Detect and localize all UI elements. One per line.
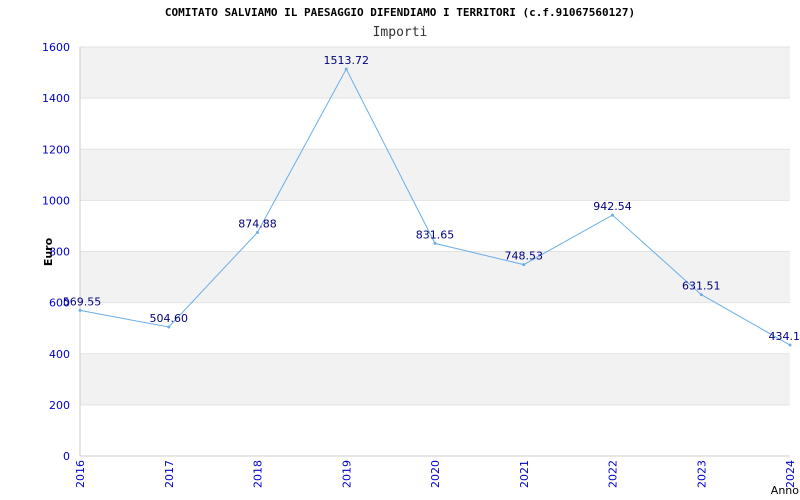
y-tick-label: 0 xyxy=(63,450,70,463)
x-tick-label: 2023 xyxy=(695,460,708,488)
series-line xyxy=(79,67,791,346)
x-tick-label: 2019 xyxy=(340,460,353,488)
x-tick-label: 2020 xyxy=(429,460,442,488)
y-tick-label: 1200 xyxy=(42,143,70,156)
plot-band xyxy=(80,353,790,405)
data-point xyxy=(167,325,171,329)
data-point xyxy=(344,67,348,71)
data-point xyxy=(256,230,259,234)
data-point xyxy=(78,308,82,312)
data-point xyxy=(699,293,703,297)
x-axis-ticks: 2016 2017 2018 2019 2020 2021 2022 2023 2024 xyxy=(74,460,797,488)
plot-band xyxy=(80,251,790,303)
x-tick-label: 2021 xyxy=(518,460,531,488)
y-tick-label: 1000 xyxy=(42,194,70,207)
plot-band xyxy=(80,149,790,201)
data-label: 631.51 xyxy=(682,280,721,293)
x-axis-label: Anno xyxy=(771,484,799,497)
x-tick-label: 2022 xyxy=(607,460,620,488)
data-label: 942.54 xyxy=(593,200,632,213)
plot-band xyxy=(80,47,790,99)
y-axis-label: Euro xyxy=(42,237,55,266)
data-point xyxy=(433,241,437,245)
series-group xyxy=(78,67,792,347)
data-point xyxy=(522,263,526,267)
data-point xyxy=(611,213,614,217)
data-label: 434.1 xyxy=(769,330,800,343)
data-label: 569.55 xyxy=(63,295,102,308)
line-chart: 02004006008001000120014001600 2016 2017 20… xyxy=(42,41,800,497)
data-point xyxy=(788,343,792,347)
y-tick-label: 1600 xyxy=(42,41,70,54)
data-label: 1513.72 xyxy=(324,54,370,67)
y-tick-label: 200 xyxy=(49,399,70,412)
x-tick-label: 2018 xyxy=(252,460,265,488)
data-label: 748.53 xyxy=(505,250,544,263)
x-tick-label: 2016 xyxy=(74,460,87,488)
data-label: 504.60 xyxy=(150,312,189,325)
data-label: 874.88 xyxy=(238,217,277,230)
data-label: 831.65 xyxy=(416,228,455,241)
y-tick-label: 400 xyxy=(49,348,70,361)
plot-background xyxy=(80,47,790,405)
y-tick-label: 1400 xyxy=(42,92,70,105)
x-tick-label: 2017 xyxy=(163,460,176,488)
